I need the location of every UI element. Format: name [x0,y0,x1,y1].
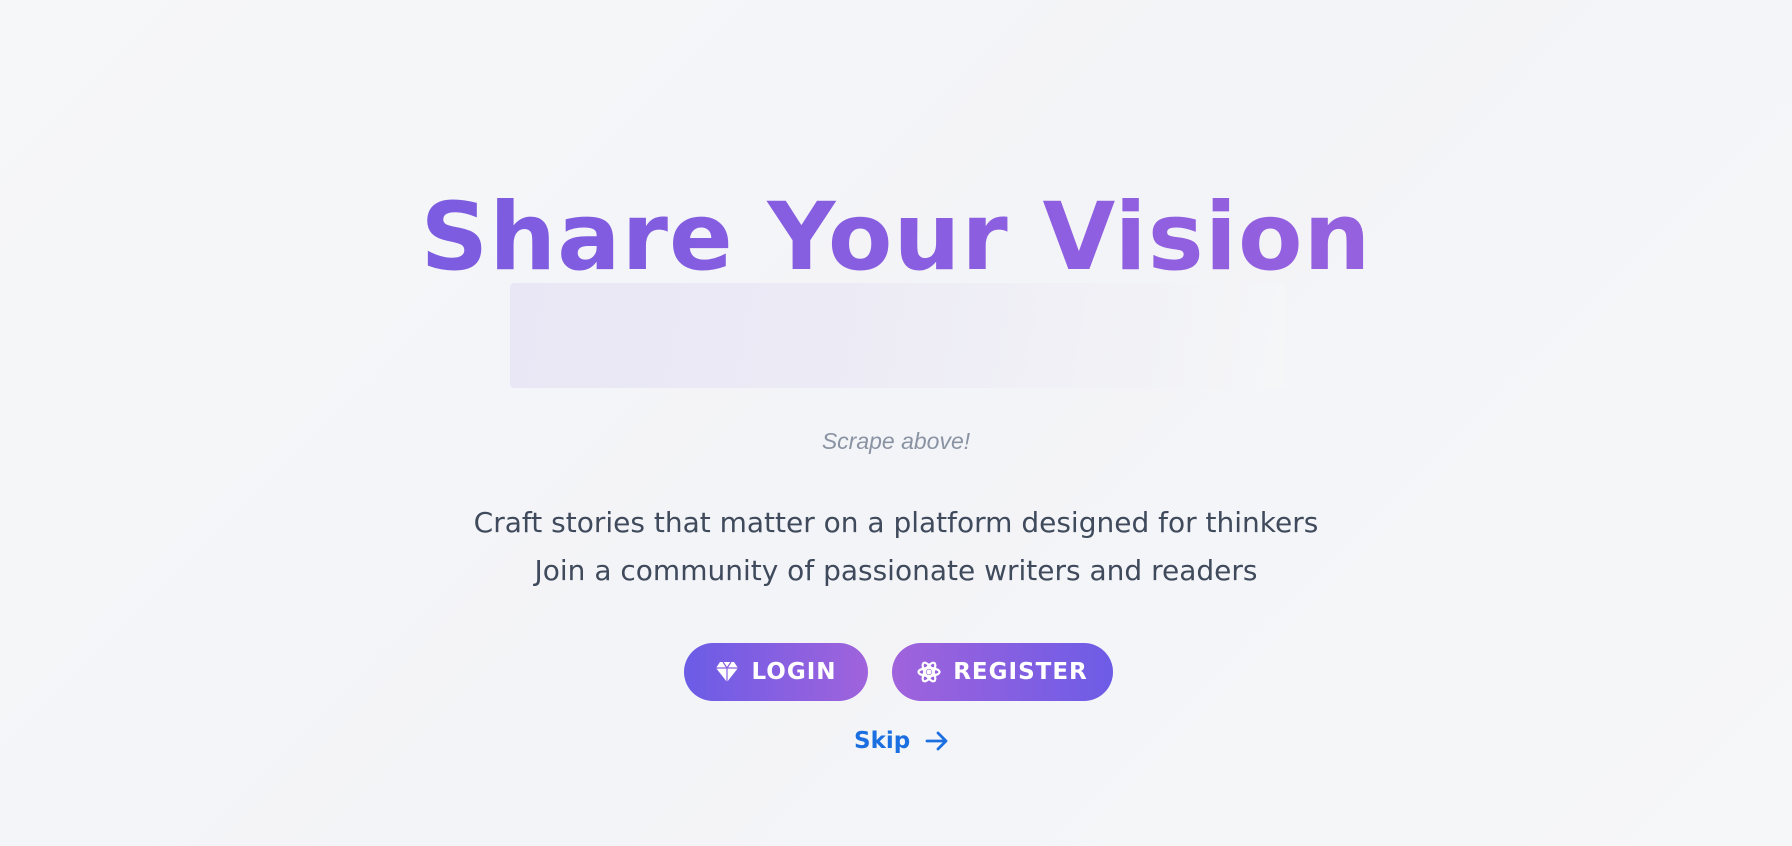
register-button[interactable]: REGISTER [892,643,1113,701]
register-button-label: REGISTER [953,659,1088,685]
diamond-icon [715,660,739,684]
scratch-hint: Scrape above! [821,428,971,454]
scratch-card-area[interactable] [510,283,1285,388]
skip-link[interactable]: Skip [854,728,950,754]
login-button[interactable]: LOGIN [684,643,868,701]
hero-title: Share Your Vision [0,183,1792,293]
tagline-line-1: Craft stories that matter on a platform … [473,506,1319,539]
skip-link-label: Skip [854,728,911,754]
atom-icon [917,660,941,684]
tagline-line-2: Join a community of passionate writers a… [534,554,1258,587]
arrow-right-icon [924,728,950,754]
landing-hero: Share Your Vision Scrape above! Craft st… [0,0,1792,846]
login-button-label: LOGIN [751,659,837,685]
